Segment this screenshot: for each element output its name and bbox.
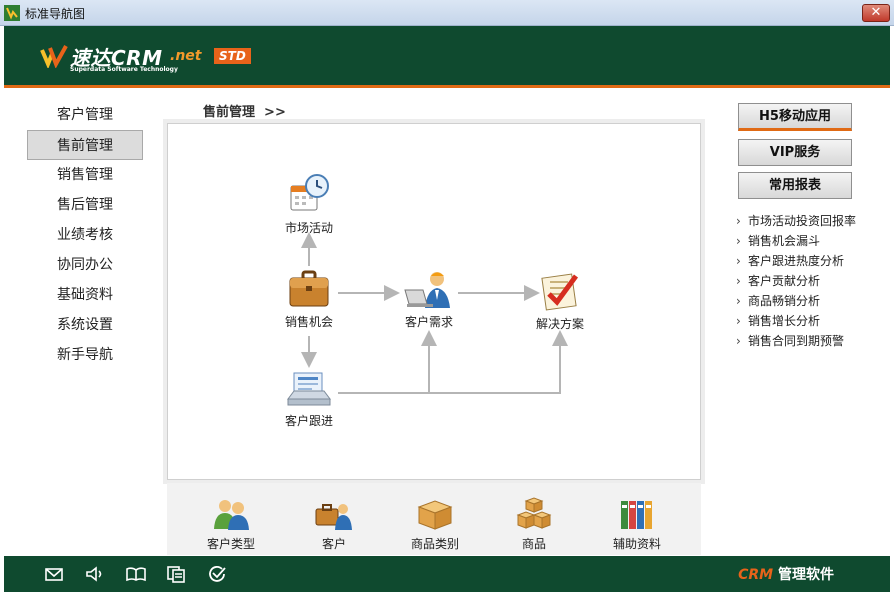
- sidebar-item-customer[interactable]: 客户管理: [27, 100, 143, 130]
- h5-mobile-button[interactable]: H5移动应用: [738, 103, 852, 131]
- shortcut-customer-type-label: 客户类型: [206, 537, 255, 551]
- shortcut-product-category[interactable]: 商品类别: [390, 497, 480, 552]
- report-link-label: 市场活动投资回报率: [748, 214, 857, 228]
- logo-tagline: Superdata Software Technology: [70, 66, 178, 73]
- vip-service-button[interactable]: VIP服务: [738, 139, 852, 166]
- footer-bar: CRM 管理软件: [4, 556, 890, 592]
- node-demand-label: 客户需求: [404, 315, 453, 329]
- shortcut-auxiliary-data-label: 辅助资料: [612, 537, 661, 551]
- shortcut-bar: 客户类型 客户 商品类别 商品 辅助资料: [167, 483, 701, 555]
- customer-icon: [315, 504, 352, 530]
- report-link-label: 客户贡献分析: [748, 274, 821, 288]
- sidebar: 客户管理 售前管理 销售管理 售后管理 业绩考核 协同办公 基础资料 系统设置 …: [4, 100, 154, 370]
- binders-icon: [621, 501, 652, 529]
- check-circle-icon[interactable]: [207, 565, 227, 583]
- chevron-right-icon: ›: [736, 234, 741, 248]
- sidebar-item-basic-data[interactable]: 基础资料: [27, 280, 143, 310]
- chevron-right-icon: ›: [736, 314, 741, 328]
- node-solution[interactable]: 解决方案: [515, 270, 605, 332]
- sidebar-item-presales[interactable]: 售前管理: [27, 130, 143, 160]
- logo: 速达CRM .net STD Superdata Software Techno…: [40, 42, 270, 78]
- app-icon: [4, 5, 20, 21]
- chevron-right-icon: ›: [736, 334, 741, 348]
- node-demand[interactable]: 客户需求: [384, 270, 474, 330]
- report-link-label: 销售机会漏斗: [748, 234, 821, 248]
- report-link-label: 销售增长分析: [748, 314, 821, 328]
- shortcut-product[interactable]: 商品: [489, 497, 579, 552]
- user-laptop-icon: [404, 272, 450, 308]
- common-reports-button[interactable]: 常用报表: [738, 172, 852, 199]
- close-button[interactable]: ✕: [862, 4, 890, 22]
- report-link-label: 商品畅销分析: [748, 294, 821, 308]
- report-link[interactable]: › 销售合同到期预警: [736, 331, 856, 351]
- sidebar-item-collaboration[interactable]: 协同办公: [27, 250, 143, 280]
- logo-mark-icon: [40, 45, 68, 68]
- mail-icon[interactable]: [44, 565, 64, 583]
- shortcut-customer-label: 客户: [321, 537, 346, 551]
- report-link-label: 销售合同到期预警: [748, 334, 845, 348]
- sidebar-item-sales[interactable]: 销售管理: [27, 160, 143, 190]
- footer-brand-suffix: 管理软件: [778, 567, 834, 583]
- node-campaign-label: 市场活动: [284, 221, 333, 235]
- sidebar-item-guide[interactable]: 新手导航: [27, 340, 143, 370]
- chevron-right-icon: ›: [736, 294, 741, 308]
- boxes-icon: [516, 497, 552, 529]
- shortcut-auxiliary-data[interactable]: 辅助资料: [592, 497, 682, 552]
- window-title: 标准导航图: [25, 7, 86, 21]
- report-link[interactable]: › 客户跟进热度分析: [736, 251, 856, 271]
- footer-brand: CRM 管理软件: [738, 564, 834, 584]
- book-icon[interactable]: [126, 565, 146, 583]
- checklist-icon: [541, 273, 579, 311]
- shortcut-customer-type[interactable]: 客户类型: [186, 497, 276, 552]
- node-solution-label: 解决方案: [535, 317, 584, 331]
- document-stack-icon: [287, 372, 331, 406]
- chevron-right-icon: ›: [736, 214, 741, 228]
- copy-icon[interactable]: [166, 565, 186, 583]
- box-icon: [417, 500, 453, 530]
- sidebar-item-settings[interactable]: 系统设置: [27, 310, 143, 340]
- report-link[interactable]: › 客户贡献分析: [736, 271, 856, 291]
- report-list: › 市场活动投资回报率 › 销售机会漏斗 › 客户跟进热度分析 › 客户贡献分析 › 商品…: [736, 211, 856, 351]
- flow-panel: 市场活动 销售机会 客户需求 解决方案 客户跟进: [167, 123, 701, 480]
- chevron-right-icon: ›: [736, 274, 741, 288]
- node-opportunity[interactable]: 销售机会: [264, 270, 354, 330]
- briefcase-icon: [289, 270, 329, 307]
- node-campaign[interactable]: 市场活动: [264, 172, 354, 236]
- edition-badge: STD: [214, 48, 251, 64]
- title-bar: 标准导航图 ✕: [0, 0, 894, 26]
- breadcrumb: 售前管理 >>: [203, 105, 286, 120]
- node-followup-label: 客户跟进: [284, 414, 333, 428]
- report-link[interactable]: › 销售增长分析: [736, 311, 856, 331]
- shortcut-product-category-label: 商品类别: [410, 537, 459, 551]
- report-link[interactable]: › 商品畅销分析: [736, 291, 856, 311]
- speaker-icon[interactable]: [84, 565, 104, 583]
- report-link-label: 客户跟进热度分析: [748, 254, 845, 268]
- app-header: 速达CRM .net STD Superdata Software Techno…: [4, 26, 890, 88]
- arrow-followup-to-solution: [429, 330, 568, 394]
- report-link[interactable]: › 销售机会漏斗: [736, 231, 856, 251]
- shortcut-customer[interactable]: 客户: [289, 497, 379, 552]
- node-followup[interactable]: 客户跟进: [264, 369, 354, 429]
- report-link[interactable]: › 市场活动投资回报率: [736, 211, 856, 231]
- footer-brand-prefix: CRM: [738, 567, 774, 583]
- logo-suffix: .net: [170, 48, 202, 64]
- sidebar-item-performance[interactable]: 业绩考核: [27, 220, 143, 250]
- users-icon: [214, 500, 249, 530]
- calendar-clock-icon: [290, 174, 329, 211]
- sidebar-item-aftersales[interactable]: 售后管理: [27, 190, 143, 220]
- shortcut-product-label: 商品: [521, 537, 546, 551]
- node-opportunity-label: 销售机会: [284, 315, 333, 329]
- chevron-right-icon: ›: [736, 254, 741, 268]
